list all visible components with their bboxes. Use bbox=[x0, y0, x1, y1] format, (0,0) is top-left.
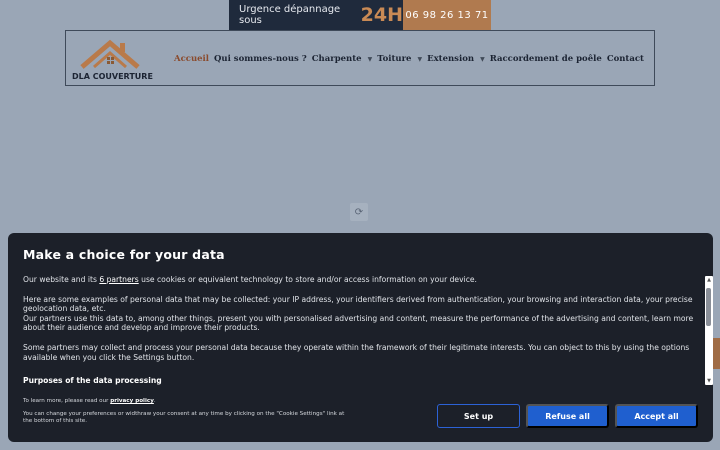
partners-link[interactable]: 6 partners bbox=[99, 275, 138, 284]
emergency-hours: 24H bbox=[360, 4, 403, 26]
preferences-note: You can change your preferences or width… bbox=[23, 411, 345, 424]
consent-text: Our website and its bbox=[23, 275, 97, 284]
site-logo[interactable]: DLA COUVERTURE bbox=[72, 37, 162, 83]
consent-title: Make a choice for your data bbox=[23, 247, 225, 262]
nav-label: Toiture bbox=[377, 54, 412, 64]
nav-item-toiture[interactable]: Toiture ▼ bbox=[377, 54, 422, 64]
site-header: DLA COUVERTURE Accueil Qui sommes-nous ?… bbox=[65, 30, 655, 86]
nav-label: Charpente bbox=[311, 54, 362, 64]
scrollbar-thumb[interactable] bbox=[706, 288, 711, 326]
nav-item-extension[interactable]: Extension ▼ bbox=[427, 54, 485, 64]
consent-paragraph-interests: Some partners may collect and process yo… bbox=[23, 342, 690, 362]
consent-body: Our website and its 6 partners use cooki… bbox=[23, 275, 695, 372]
nav-item-charpente[interactable]: Charpente ▼ bbox=[312, 54, 372, 64]
consent-paragraph-examples: Here are some examples of personal data … bbox=[23, 294, 693, 314]
consent-footer: To learn more, please read our privacy p… bbox=[23, 398, 353, 425]
emergency-text: Urgence dépannage sous bbox=[239, 4, 341, 26]
chevron-down-icon: ▼ bbox=[367, 55, 373, 63]
scroll-up-icon[interactable]: ▲ bbox=[705, 276, 713, 284]
nav-label: Accueil bbox=[174, 54, 209, 64]
accept-all-button[interactable]: Accept all bbox=[615, 404, 698, 428]
purposes-heading: Purposes of the data processing bbox=[23, 376, 162, 385]
house-roof-icon bbox=[80, 39, 140, 69]
consent-footer-text: . bbox=[153, 398, 156, 404]
consent-scrollbar[interactable]: ▲ ▼ bbox=[705, 276, 713, 385]
nav-label: Qui sommes-nous ? bbox=[214, 54, 307, 64]
cookie-consent-dialog: Make a choice for your data Our website … bbox=[8, 233, 713, 442]
privacy-policy-link[interactable]: privacy policy bbox=[110, 398, 154, 404]
consent-text: use cookies or equivalent technology to … bbox=[141, 275, 477, 284]
nav-label: Raccordement de poêle bbox=[489, 54, 602, 64]
nav-label: Extension bbox=[427, 54, 475, 64]
nav-label: Contact bbox=[606, 54, 644, 64]
nav-item-qui-sommes-nous[interactable]: Qui sommes-nous ? bbox=[214, 54, 307, 64]
nav-item-raccordement[interactable]: Raccordement de poêle bbox=[490, 54, 602, 64]
consent-footer-text: To learn more, please read our bbox=[23, 398, 109, 404]
scroll-down-icon[interactable]: ▼ bbox=[705, 377, 713, 385]
phone-link[interactable]: 06 98 26 13 71 bbox=[403, 0, 491, 30]
refuse-all-button[interactable]: Refuse all bbox=[526, 404, 609, 428]
consent-paragraph-intro: Our website and its 6 partners use cooki… bbox=[23, 275, 695, 285]
consent-paragraph-usage: Our partners use this data to, among oth… bbox=[23, 313, 694, 333]
emergency-banner: Urgence dépannage sous 24H bbox=[229, 0, 403, 30]
nav-item-accueil[interactable]: Accueil bbox=[174, 54, 209, 64]
logo-text: DLA COUVERTURE bbox=[72, 72, 153, 81]
set-up-button[interactable]: Set up bbox=[437, 404, 520, 428]
main-nav: Accueil Qui sommes-nous ? Charpente ▼ Toi… bbox=[174, 31, 644, 87]
loading-spinner-icon: ⟳ bbox=[350, 203, 368, 221]
chevron-down-icon: ▼ bbox=[417, 55, 423, 63]
privacy-line: To learn more, please read our privacy p… bbox=[23, 398, 353, 405]
chevron-down-icon: ▼ bbox=[480, 55, 485, 63]
nav-item-contact[interactable]: Contact bbox=[607, 54, 644, 64]
